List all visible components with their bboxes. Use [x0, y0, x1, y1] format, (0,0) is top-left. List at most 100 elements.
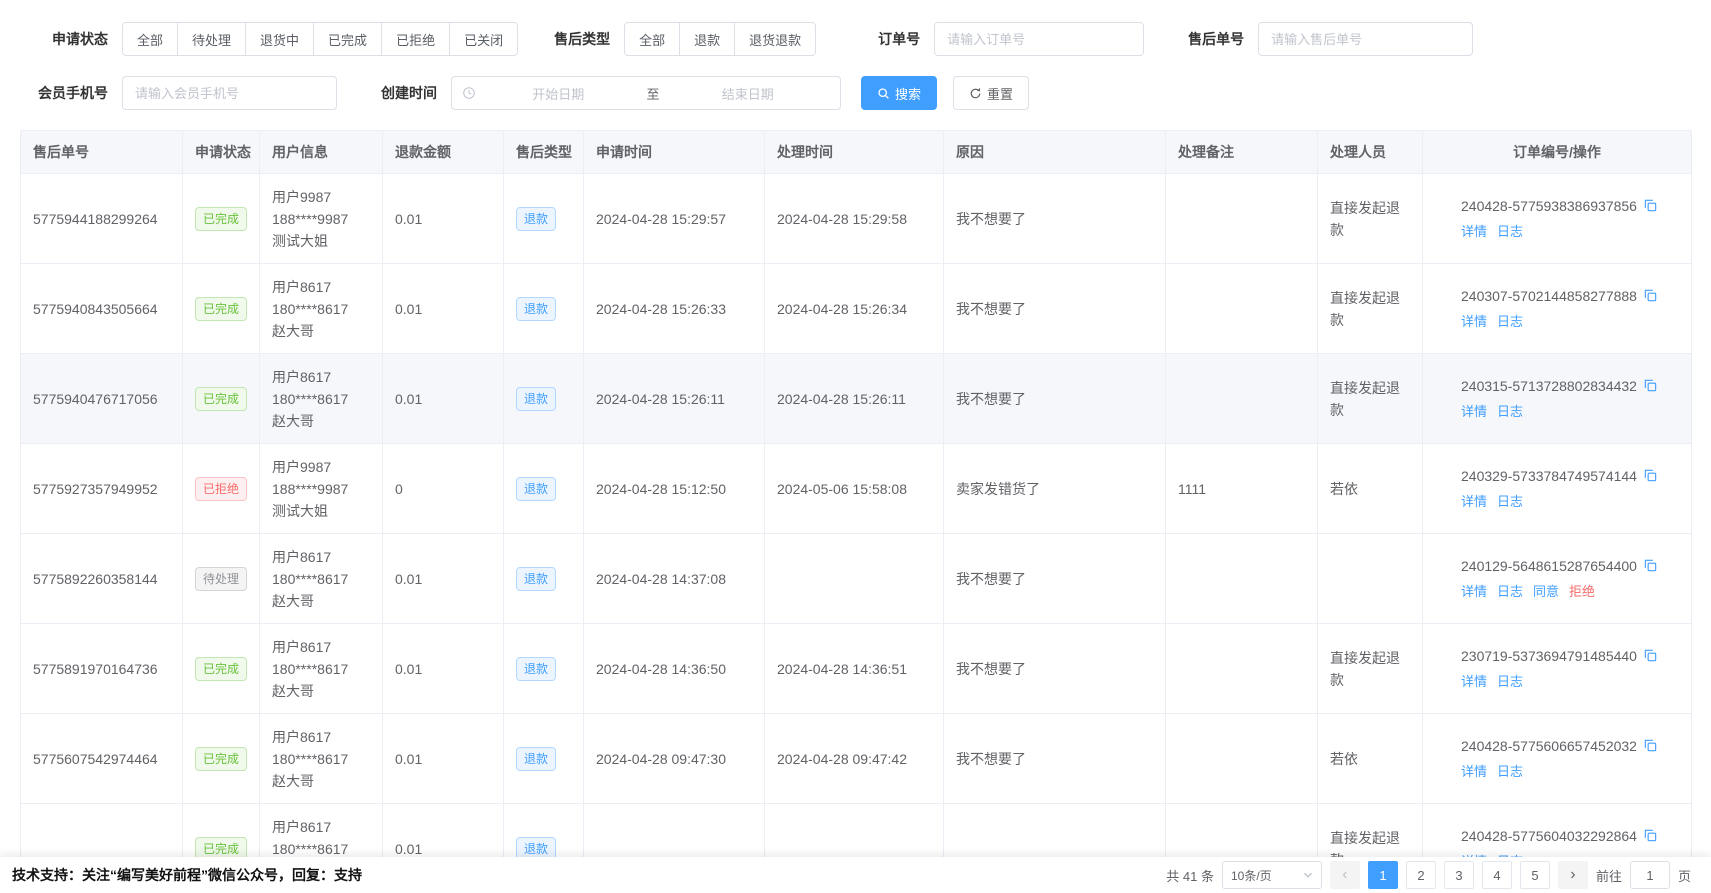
- support-text: 技术支持：关注“编写美好前程”微信公众号，回复：支持: [12, 865, 362, 885]
- reset-button[interactable]: 重置: [953, 76, 1029, 110]
- search-button[interactable]: 搜索: [861, 76, 937, 110]
- cell-remark: [1166, 714, 1318, 804]
- cell-aftersale-no: 5775944188299264: [21, 174, 183, 264]
- cell-reason: 我不想要了: [944, 354, 1166, 444]
- copy-icon[interactable]: [1643, 198, 1658, 213]
- agree-link[interactable]: 同意: [1533, 581, 1559, 603]
- member-phone-input[interactable]: [122, 76, 337, 110]
- start-date-placeholder: 开始日期: [476, 84, 641, 103]
- cell-handler: 若依: [1318, 714, 1423, 804]
- search-icon: [877, 87, 890, 100]
- apply-status-closed-button[interactable]: 已关闭: [449, 22, 518, 56]
- status-badge: 已完成: [195, 207, 247, 231]
- log-link[interactable]: 日志: [1497, 401, 1523, 423]
- cell-order-operation: 240307-5702144858277888 详情日志: [1423, 264, 1692, 354]
- cell-user-info: 用户9987188****9987测试大姐: [260, 174, 383, 264]
- detail-link[interactable]: 详情: [1461, 581, 1487, 603]
- detail-link[interactable]: 详情: [1461, 761, 1487, 783]
- table-row: 5775927357949952 已拒绝 用户9987188****9987测试…: [21, 444, 1692, 534]
- cell-status: 已完成: [183, 264, 260, 354]
- next-page-button[interactable]: ›: [1558, 861, 1588, 889]
- copy-icon[interactable]: [1643, 468, 1658, 483]
- status-badge: 已完成: [195, 387, 247, 411]
- col-user-info: 用户信息: [260, 131, 383, 174]
- page-button-1[interactable]: 1: [1368, 861, 1398, 889]
- cell-type: 退款: [504, 534, 584, 624]
- detail-link[interactable]: 详情: [1461, 221, 1487, 243]
- cell-type: 退款: [504, 714, 584, 804]
- log-link[interactable]: 日志: [1497, 671, 1523, 693]
- detail-link[interactable]: 详情: [1461, 401, 1487, 423]
- status-badge: 已拒绝: [195, 477, 247, 501]
- col-type: 售后类型: [504, 131, 584, 174]
- cell-reason: 我不想要了: [944, 264, 1166, 354]
- cell-user-info: 用户8617180****8617赵大哥: [260, 714, 383, 804]
- cell-aftersale-no: 5775940476717056: [21, 354, 183, 444]
- type-badge: 退款: [516, 207, 556, 231]
- cell-type: 退款: [504, 174, 584, 264]
- goto-page-input[interactable]: [1630, 861, 1670, 889]
- apply-status-all-button[interactable]: 全部: [122, 22, 178, 56]
- detail-link[interactable]: 详情: [1461, 491, 1487, 513]
- col-handler: 处理人员: [1318, 131, 1423, 174]
- apply-status-rejected-button[interactable]: 已拒绝: [381, 22, 450, 56]
- aftersale-table: 售后单号 申请状态 用户信息 退款金额 售后类型 申请时间 处理时间 原因 处理…: [20, 130, 1691, 893]
- apply-status-label: 申请状态: [20, 29, 108, 49]
- cell-handler: 若依: [1318, 444, 1423, 534]
- cell-user-info: 用户8617180****8617赵大哥: [260, 534, 383, 624]
- cell-apply-time: 2024-04-28 14:36:50: [584, 624, 765, 714]
- apply-status-button-group: 全部 待处理 退货中 已完成 已拒绝 已关闭: [122, 22, 518, 56]
- cell-reason: 我不想要了: [944, 174, 1166, 264]
- order-no-input[interactable]: [934, 22, 1144, 56]
- col-order-operation: 订单编号/操作: [1423, 131, 1692, 174]
- log-link[interactable]: 日志: [1497, 491, 1523, 513]
- copy-icon[interactable]: [1643, 648, 1658, 663]
- table-header-row: 售后单号 申请状态 用户信息 退款金额 售后类型 申请时间 处理时间 原因 处理…: [21, 131, 1692, 174]
- page-size-select[interactable]: 10条/页: [1222, 861, 1322, 889]
- aftersale-type-all-button[interactable]: 全部: [624, 22, 680, 56]
- copy-icon[interactable]: [1643, 558, 1658, 573]
- cell-amount: 0: [383, 444, 504, 534]
- cell-aftersale-no: 5775607542974464: [21, 714, 183, 804]
- reject-link[interactable]: 拒绝: [1569, 581, 1595, 603]
- copy-icon[interactable]: [1643, 378, 1658, 393]
- order-no: 240428-5775938386937856: [1461, 195, 1637, 217]
- apply-status-pending-button[interactable]: 待处理: [177, 22, 246, 56]
- detail-link[interactable]: 详情: [1461, 671, 1487, 693]
- cell-apply-time: 2024-04-28 15:26:11: [584, 354, 765, 444]
- page-button-4[interactable]: 4: [1482, 861, 1512, 889]
- log-link[interactable]: 日志: [1497, 221, 1523, 243]
- cell-order-operation: 240129-5648615287654400 详情日志同意拒绝: [1423, 534, 1692, 624]
- aftersale-type-refund-button[interactable]: 退款: [679, 22, 735, 56]
- table-row: 5775892260358144 待处理 用户8617180****8617赵大…: [21, 534, 1692, 624]
- total-count: 共 41 条: [1166, 866, 1214, 885]
- log-link[interactable]: 日志: [1497, 761, 1523, 783]
- aftersale-no-input[interactable]: [1258, 22, 1473, 56]
- prev-page-button[interactable]: ‹: [1330, 861, 1360, 889]
- copy-icon[interactable]: [1643, 288, 1658, 303]
- copy-icon[interactable]: [1643, 738, 1658, 753]
- order-no: 240428-5775604032292864: [1461, 825, 1637, 847]
- apply-status-completed-button[interactable]: 已完成: [313, 22, 382, 56]
- cell-handle-time: 2024-04-28 15:26:11: [765, 354, 944, 444]
- cell-reason: 我不想要了: [944, 534, 1166, 624]
- copy-icon[interactable]: [1643, 828, 1658, 843]
- order-no: 240129-5648615287654400: [1461, 555, 1637, 577]
- create-time-range-picker[interactable]: 开始日期 至 结束日期: [451, 76, 841, 110]
- cell-status: 已拒绝: [183, 444, 260, 534]
- aftersale-type-return-refund-button[interactable]: 退货退款: [734, 22, 816, 56]
- type-badge: 退款: [516, 657, 556, 681]
- cell-handle-time: 2024-04-28 15:29:58: [765, 174, 944, 264]
- cell-apply-time: 2024-04-28 14:37:08: [584, 534, 765, 624]
- page-button-2[interactable]: 2: [1406, 861, 1436, 889]
- cell-handle-time: [765, 534, 944, 624]
- page-button-5[interactable]: 5: [1520, 861, 1550, 889]
- detail-link[interactable]: 详情: [1461, 311, 1487, 333]
- log-link[interactable]: 日志: [1497, 311, 1523, 333]
- order-no: 240307-5702144858277888: [1461, 285, 1637, 307]
- order-no: 240428-5775606657452032: [1461, 735, 1637, 757]
- cell-order-operation: 240329-5733784749574144 详情日志: [1423, 444, 1692, 534]
- log-link[interactable]: 日志: [1497, 581, 1523, 603]
- page-button-3[interactable]: 3: [1444, 861, 1474, 889]
- apply-status-returning-button[interactable]: 退货中: [245, 22, 314, 56]
